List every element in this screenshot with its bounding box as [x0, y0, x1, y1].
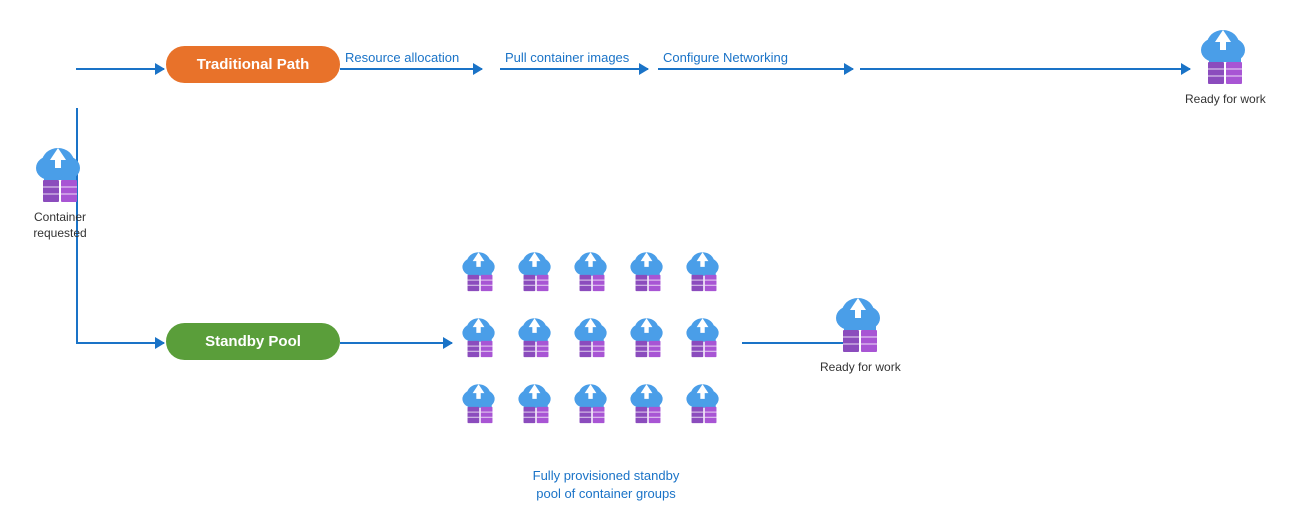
box-svg-top	[1206, 58, 1244, 88]
pool-icon-13	[566, 378, 618, 442]
arrow-to-standby	[76, 342, 164, 344]
box-svg-bottom	[841, 326, 879, 356]
pool-icon-2	[510, 246, 562, 310]
ready-for-work-top-icon: Ready for work	[1185, 22, 1266, 108]
ready-for-work-bottom-icon: Ready for work	[820, 290, 901, 376]
pool-icon-10	[678, 312, 730, 376]
pool-icon-6	[454, 312, 506, 376]
container-requested-label: Containerrequested	[33, 210, 86, 241]
label-resource-allocation: Resource allocation	[345, 50, 459, 65]
pool-icon-1	[454, 246, 506, 310]
standby-pool-description: Fully provisioned standby pool of contai…	[466, 467, 746, 503]
container-requested-icon: Containerrequested	[30, 140, 90, 241]
diagram: Resource allocation Pull container image…	[0, 0, 1299, 528]
arrow-resource-alloc	[340, 68, 482, 70]
standby-pool-pill: Standby Pool	[166, 323, 340, 360]
box-svg-main	[41, 176, 79, 206]
arrow-to-traditional	[76, 68, 164, 70]
ready-for-work-top-label: Ready for work	[1185, 92, 1266, 108]
pool-icon-15	[678, 378, 730, 442]
arrow-standby-to-pool	[340, 342, 452, 344]
pool-icon-8	[566, 312, 618, 376]
label-pull-images: Pull container images	[505, 50, 629, 65]
pool-icon-4	[622, 246, 674, 310]
pool-icon-5	[678, 246, 730, 310]
pool-icon-11	[454, 378, 506, 442]
ready-for-work-bottom-label: Ready for work	[820, 360, 901, 376]
pool-icon-7	[510, 312, 562, 376]
standby-pool-grid	[454, 246, 730, 442]
pool-icon-9	[622, 312, 674, 376]
pool-icon-3	[566, 246, 618, 310]
arrow-to-ready-top	[860, 68, 1190, 70]
arrow-pull-images	[500, 68, 648, 70]
pool-icon-12	[510, 378, 562, 442]
label-configure-net: Configure Networking	[663, 50, 788, 65]
arrow-configure-net	[658, 68, 853, 70]
traditional-path-pill: Traditional Path	[166, 46, 340, 83]
pool-icon-14	[622, 378, 674, 442]
